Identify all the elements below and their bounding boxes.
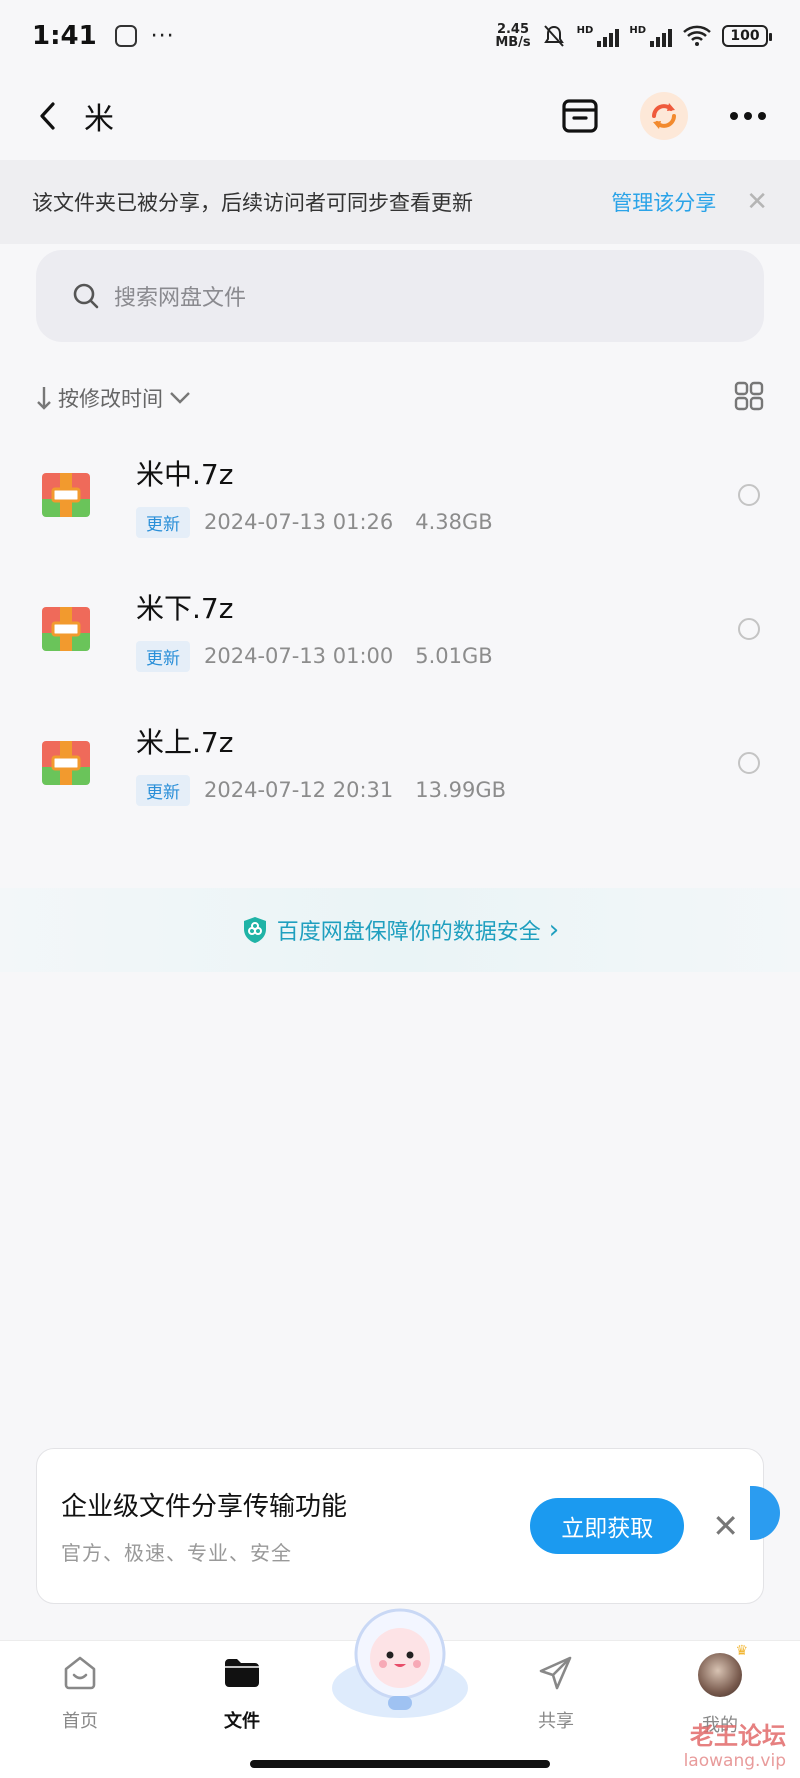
file-date: 2024-07-13 01:26	[204, 510, 394, 534]
get-now-button[interactable]: 立即获取	[530, 1498, 685, 1554]
promo-title: 企业级文件分享传输功能	[61, 1492, 348, 1522]
chevron-down-icon	[170, 392, 190, 404]
file-info: 米上.7z 更新 2024-07-12 20:31 13.99GB	[136, 721, 506, 806]
floating-action-edge[interactable]	[750, 1486, 780, 1540]
share-notice-text: 该文件夹已被分享，后续访问者可同步查看更新	[32, 191, 473, 215]
promo-subtitle: 官方、极速、专业、安全	[61, 1541, 292, 1565]
manage-share-link[interactable]: 管理该分享	[611, 187, 716, 217]
hd-label: HD	[576, 25, 594, 36]
search-icon	[73, 283, 99, 309]
watermark: 老王论坛 laowang.vip	[684, 1716, 786, 1771]
enterprise-promo-card: 企业级文件分享传输功能 官方、极速、专业、安全 立即获取 ✕	[36, 1448, 764, 1604]
status-time: 1:41	[32, 21, 97, 51]
file-row[interactable]: 米下.7z 更新 2024-07-13 01:00 5.01GB	[0, 562, 800, 696]
wifi-icon	[683, 25, 711, 46]
file-row[interactable]: 米中.7z 更新 2024-07-13 01:26 4.38GB	[0, 428, 800, 562]
chevron-right-icon: ›	[548, 915, 560, 945]
tab-share-label: 共享	[538, 1711, 574, 1732]
file-name: 米上.7z	[136, 725, 234, 759]
archive-box-icon	[562, 99, 598, 133]
arrow-down-icon	[37, 387, 51, 410]
status-bar: 1:41 ··· 2.45 MB/s HD HD 100	[0, 0, 800, 72]
nav-bar: 米	[0, 80, 800, 152]
update-badge: 更新	[136, 506, 190, 538]
tab-files-label: 文件	[224, 1711, 260, 1732]
search-input[interactable]: 搜索网盘文件	[36, 250, 764, 342]
shield-icon	[243, 917, 266, 943]
search-placeholder: 搜索网盘文件	[114, 286, 247, 311]
file-size: 13.99GB	[415, 778, 507, 802]
home-indicator[interactable]	[250, 1760, 550, 1768]
file-name: 米下.7z	[136, 591, 234, 625]
file-date: 2024-07-12 20:31	[204, 778, 394, 802]
chevron-left-icon	[40, 102, 55, 130]
page-title: 米	[84, 102, 114, 137]
archive-file-icon	[42, 473, 90, 517]
watermark-title: 老王论坛	[690, 1722, 786, 1750]
app-notification-icon	[114, 25, 137, 47]
file-info: 米中.7z 更新 2024-07-13 01:26 4.38GB	[136, 453, 493, 538]
battery-icon: 100	[722, 25, 772, 47]
close-banner-button[interactable]: ✕	[746, 187, 768, 217]
watermark-url: laowang.vip	[683, 1751, 786, 1771]
sort-row: 按修改时间	[36, 378, 764, 418]
status-right-icons: 2.45 MB/s HD HD 100	[495, 23, 772, 49]
file-meta: 更新 2024-07-13 01:26 4.38GB	[136, 506, 493, 538]
network-speed: 2.45 MB/s	[495, 23, 530, 49]
more-notifications-icon: ···	[150, 23, 175, 49]
update-badge: 更新	[136, 774, 190, 806]
battery-level: 100	[730, 28, 760, 44]
file-row[interactable]: 米上.7z 更新 2024-07-12 20:31 13.99GB	[0, 696, 800, 830]
more-horizontal-icon	[730, 112, 766, 120]
file-select-radio[interactable]	[738, 618, 760, 640]
signal-2-icon: HD	[629, 25, 672, 47]
mascot-astronaut-icon[interactable]	[328, 1600, 472, 1720]
update-badge: 更新	[136, 640, 190, 672]
file-meta: 更新 2024-07-13 01:00 5.01GB	[136, 640, 493, 672]
file-select-radio[interactable]	[738, 484, 760, 506]
file-name: 米中.7z	[136, 457, 234, 491]
sync-button[interactable]	[640, 92, 688, 140]
file-date: 2024-07-13 01:00	[204, 644, 394, 668]
share-notice-banner: 该文件夹已被分享，后续访问者可同步查看更新 管理该分享 ✕	[0, 160, 800, 244]
crown-icon: ♛	[735, 1643, 748, 1659]
send-icon	[539, 1656, 572, 1690]
safety-text: 百度网盘保障你的数据安全	[276, 920, 541, 945]
home-icon	[64, 1656, 96, 1690]
status-notification-icons: ···	[114, 23, 175, 49]
more-options-button[interactable]	[726, 94, 770, 138]
file-size: 5.01GB	[415, 644, 493, 668]
file-size: 4.38GB	[415, 510, 493, 534]
data-safety-link[interactable]: 百度网盘保障你的数据安全 ›	[0, 888, 800, 972]
promo-text-block: 企业级文件分享传输功能 官方、极速、专业、安全	[61, 1486, 347, 1566]
hd-label: HD	[629, 25, 646, 36]
file-select-radio[interactable]	[738, 752, 760, 774]
grid-view-icon	[734, 381, 764, 411]
signal-1-icon: HD	[577, 25, 620, 47]
network-speed-unit: MB/s	[495, 35, 531, 50]
sort-dropdown[interactable]: 按修改时间	[36, 383, 191, 413]
bell-muted-icon	[543, 25, 564, 47]
tab-home[interactable]: 首页	[20, 1653, 140, 1733]
file-list: 米中.7z 更新 2024-07-13 01:26 4.38GB 米下.7z 更…	[0, 428, 800, 830]
archive-file-icon	[42, 741, 90, 785]
sync-refresh-icon	[652, 103, 676, 129]
close-promo-button[interactable]: ✕	[712, 1507, 739, 1545]
tab-home-label: 首页	[62, 1711, 98, 1732]
sort-label: 按修改时间	[58, 387, 163, 411]
tab-share[interactable]: 共享	[496, 1653, 616, 1733]
folder-icon	[225, 1659, 259, 1687]
nav-actions	[558, 92, 770, 140]
archive-file-icon	[42, 607, 90, 651]
tab-files[interactable]: 文件	[182, 1653, 302, 1733]
file-info: 米下.7z 更新 2024-07-13 01:00 5.01GB	[136, 587, 493, 672]
file-meta: 更新 2024-07-12 20:31 13.99GB	[136, 774, 507, 806]
avatar: ♛	[698, 1643, 748, 1697]
grid-view-button[interactable]	[734, 381, 764, 415]
archive-button[interactable]	[558, 94, 602, 138]
back-button[interactable]	[30, 98, 66, 134]
